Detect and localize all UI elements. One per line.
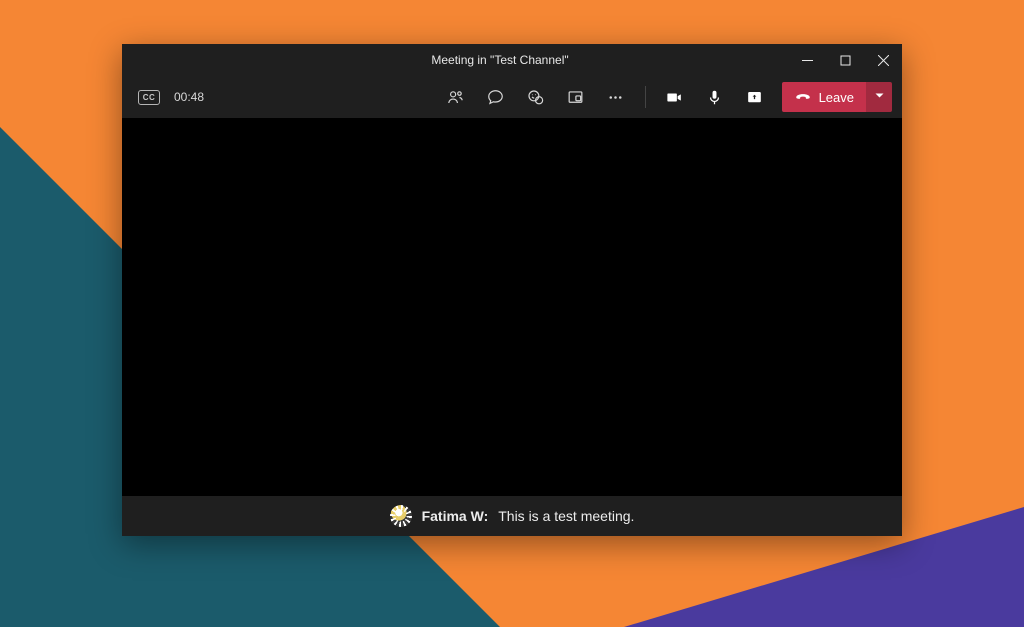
meeting-window: Meeting in "Test Channel" CC 00:48 (122, 44, 902, 536)
leave-options-button[interactable] (866, 82, 892, 112)
microphone-icon[interactable] (698, 80, 732, 114)
window-controls (788, 44, 902, 76)
background-accent-purple-fill (904, 572, 1024, 627)
rooms-icon[interactable] (559, 80, 593, 114)
close-button[interactable] (864, 44, 902, 76)
chevron-down-icon (874, 88, 885, 106)
hangup-icon (794, 87, 812, 108)
more-options-icon[interactable] (599, 80, 633, 114)
maximize-button[interactable] (826, 44, 864, 76)
closed-captions-badge[interactable]: CC (138, 90, 160, 105)
video-stage (122, 118, 902, 496)
leave-button-label: Leave (819, 90, 854, 105)
caption-speaker-avatar (390, 505, 412, 527)
meeting-toolbar: CC 00:48 (122, 76, 902, 118)
leave-button-group: Leave (782, 82, 892, 112)
call-duration: 00:48 (174, 90, 204, 104)
leave-button[interactable]: Leave (782, 82, 866, 112)
caption-speaker-name: Fatima W: (422, 508, 489, 524)
share-screen-icon[interactable] (738, 80, 772, 114)
minimize-button[interactable] (788, 44, 826, 76)
camera-icon[interactable] (658, 80, 692, 114)
reactions-icon[interactable] (519, 80, 553, 114)
live-caption-bar: Fatima W: This is a test meeting. (122, 496, 902, 536)
window-title: Meeting in "Test Channel" (212, 53, 788, 67)
toolbar-separator (645, 86, 646, 108)
caption-text: This is a test meeting. (498, 508, 634, 524)
titlebar: Meeting in "Test Channel" (122, 44, 902, 76)
participants-icon[interactable] (439, 80, 473, 114)
chat-icon[interactable] (479, 80, 513, 114)
